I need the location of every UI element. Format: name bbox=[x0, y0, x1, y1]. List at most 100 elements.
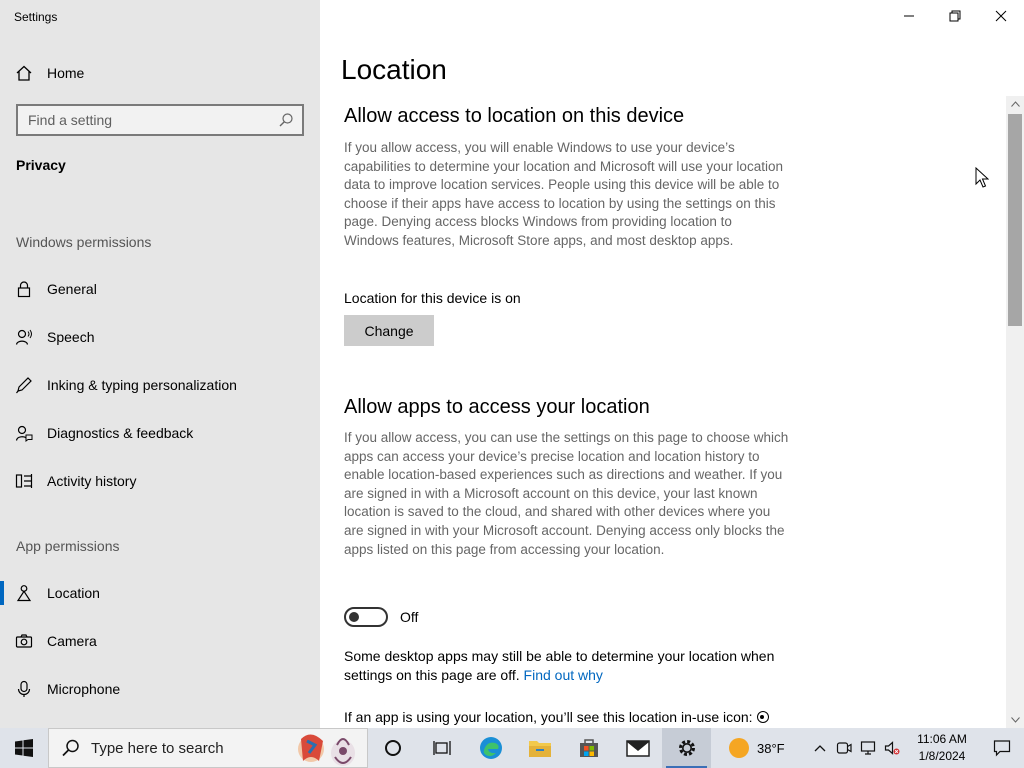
restore-button[interactable] bbox=[932, 0, 978, 32]
toggle-state-label: Off bbox=[400, 609, 419, 625]
main-content: Location Allow access to location on thi… bbox=[320, 0, 1024, 728]
weather-widget[interactable]: 38°F bbox=[729, 738, 785, 758]
close-button[interactable] bbox=[978, 0, 1024, 32]
window-title: Settings bbox=[14, 10, 58, 24]
lock-icon bbox=[0, 280, 47, 298]
taskbar: Type here to search 38°F 11:06 AM 1/8/20… bbox=[0, 728, 1024, 768]
chevron-down-icon bbox=[1010, 717, 1020, 723]
minimize-button[interactable] bbox=[886, 0, 932, 32]
device-access-description: If you allow access, you will enable Win… bbox=[344, 140, 783, 248]
windows-permissions-header: Windows permissions bbox=[16, 234, 152, 250]
edge-button[interactable] bbox=[466, 728, 515, 768]
in-use-note-text: If an app is using your location, you’ll… bbox=[344, 709, 753, 725]
store-icon bbox=[579, 739, 598, 757]
sidebar-item-activity-history[interactable]: Activity history bbox=[0, 461, 320, 501]
home-icon bbox=[0, 64, 47, 82]
sidebar-item-label: Home bbox=[47, 65, 85, 81]
chevron-up-icon bbox=[814, 745, 826, 752]
sidebar-item-label: Camera bbox=[47, 633, 97, 649]
app-permissions-header: App permissions bbox=[16, 538, 120, 554]
desktop-apps-note: Some desktop apps may still be able to d… bbox=[344, 647, 794, 684]
section-heading-app-access: Allow apps to access your location bbox=[344, 396, 650, 418]
cortana-icon bbox=[384, 740, 401, 756]
microphone-icon bbox=[0, 680, 47, 698]
toggle-knob bbox=[349, 612, 359, 622]
sidebar-item-general[interactable]: General bbox=[0, 269, 320, 309]
sidebar-item-label: Speech bbox=[47, 329, 95, 345]
change-button[interactable]: Change bbox=[344, 315, 434, 346]
show-hidden-icons-button[interactable] bbox=[808, 728, 832, 768]
clock-date: 1/8/2024 bbox=[918, 749, 966, 763]
search-highlight-illustration-icon bbox=[298, 734, 355, 766]
meet-now-icon bbox=[836, 742, 852, 754]
store-button[interactable] bbox=[564, 728, 613, 768]
device-location-status: Location for this device is on bbox=[344, 290, 521, 306]
diagnostics-icon bbox=[0, 424, 47, 442]
task-view-icon bbox=[432, 741, 451, 755]
file-explorer-icon bbox=[528, 741, 551, 757]
sidebar-item-label: Inking & typing personalization bbox=[47, 377, 237, 393]
find-out-why-link[interactable]: Find out why bbox=[524, 667, 603, 683]
mouse-cursor-icon bbox=[975, 167, 989, 188]
scroll-up-arrow[interactable] bbox=[1006, 96, 1024, 112]
sidebar-item-label: Microphone bbox=[47, 681, 121, 697]
taskbar-search-placeholder: Type here to search bbox=[91, 739, 224, 757]
sidebar-item-diagnostics[interactable]: Diagnostics & feedback bbox=[0, 413, 320, 453]
search-icon bbox=[62, 739, 79, 757]
minimize-icon bbox=[904, 15, 914, 17]
sidebar-item-label: Diagnostics & feedback bbox=[47, 425, 194, 441]
section-heading-device-access: Allow access to location on this device bbox=[344, 105, 685, 127]
sidebar-item-label: General bbox=[47, 281, 97, 297]
location-in-use-icon bbox=[756, 711, 769, 723]
start-button[interactable] bbox=[0, 728, 48, 768]
network-icon bbox=[860, 741, 876, 755]
search-input[interactable] bbox=[28, 112, 278, 128]
sidebar-item-speech[interactable]: Speech bbox=[0, 317, 320, 357]
task-view-button[interactable] bbox=[417, 728, 466, 768]
speech-icon bbox=[0, 328, 47, 346]
activity-history-icon bbox=[0, 472, 47, 490]
taskbar-search-box[interactable]: Type here to search bbox=[48, 728, 368, 768]
windows-logo-icon bbox=[15, 739, 33, 757]
inking-icon bbox=[0, 376, 47, 394]
file-explorer-button[interactable] bbox=[515, 728, 564, 768]
settings-icon bbox=[678, 740, 695, 756]
sidebar-item-camera[interactable]: Camera bbox=[0, 621, 320, 661]
find-setting-search[interactable] bbox=[16, 104, 304, 136]
sidebar: Settings Home Privacy Windows permission… bbox=[0, 0, 320, 728]
camera-icon bbox=[0, 632, 47, 650]
sidebar-item-location[interactable]: Location bbox=[0, 573, 320, 613]
weather-temperature: 38°F bbox=[757, 740, 785, 756]
search-icon[interactable] bbox=[278, 112, 294, 128]
clock[interactable]: 11:06 AM 1/8/2024 bbox=[904, 731, 980, 765]
in-use-note: If an app is using your location, you’ll… bbox=[344, 709, 769, 725]
mail-icon bbox=[625, 740, 650, 757]
clock-time: 11:06 AM bbox=[917, 732, 967, 746]
chevron-up-icon bbox=[1010, 101, 1020, 107]
app-location-toggle[interactable] bbox=[344, 607, 388, 627]
vertical-scrollbar[interactable] bbox=[1006, 96, 1024, 728]
cortana-button[interactable] bbox=[368, 728, 417, 768]
volume-muted-icon bbox=[884, 741, 900, 755]
sidebar-item-home[interactable]: Home bbox=[0, 53, 320, 93]
category-title: Privacy bbox=[16, 157, 66, 173]
action-center-button[interactable] bbox=[980, 728, 1024, 768]
edge-icon bbox=[479, 737, 502, 759]
scroll-down-arrow[interactable] bbox=[1006, 712, 1024, 728]
meet-now-button[interactable] bbox=[832, 728, 856, 768]
sidebar-item-label: Activity history bbox=[47, 473, 137, 489]
location-icon bbox=[0, 584, 47, 602]
network-button[interactable] bbox=[856, 728, 880, 768]
app-access-description: If you allow access, you can use the set… bbox=[344, 430, 789, 557]
scroll-thumb[interactable] bbox=[1008, 114, 1022, 326]
weather-sun-icon bbox=[729, 738, 749, 758]
sidebar-item-inking[interactable]: Inking & typing personalization bbox=[0, 365, 320, 405]
sidebar-item-microphone[interactable]: Microphone bbox=[0, 669, 320, 709]
restore-icon bbox=[949, 10, 961, 22]
page-title: Location bbox=[341, 54, 447, 85]
settings-taskbar-button[interactable] bbox=[662, 728, 711, 768]
volume-button[interactable] bbox=[880, 728, 904, 768]
sidebar-item-label: Location bbox=[47, 585, 100, 601]
notification-icon bbox=[993, 740, 1011, 757]
mail-button[interactable] bbox=[613, 728, 662, 768]
